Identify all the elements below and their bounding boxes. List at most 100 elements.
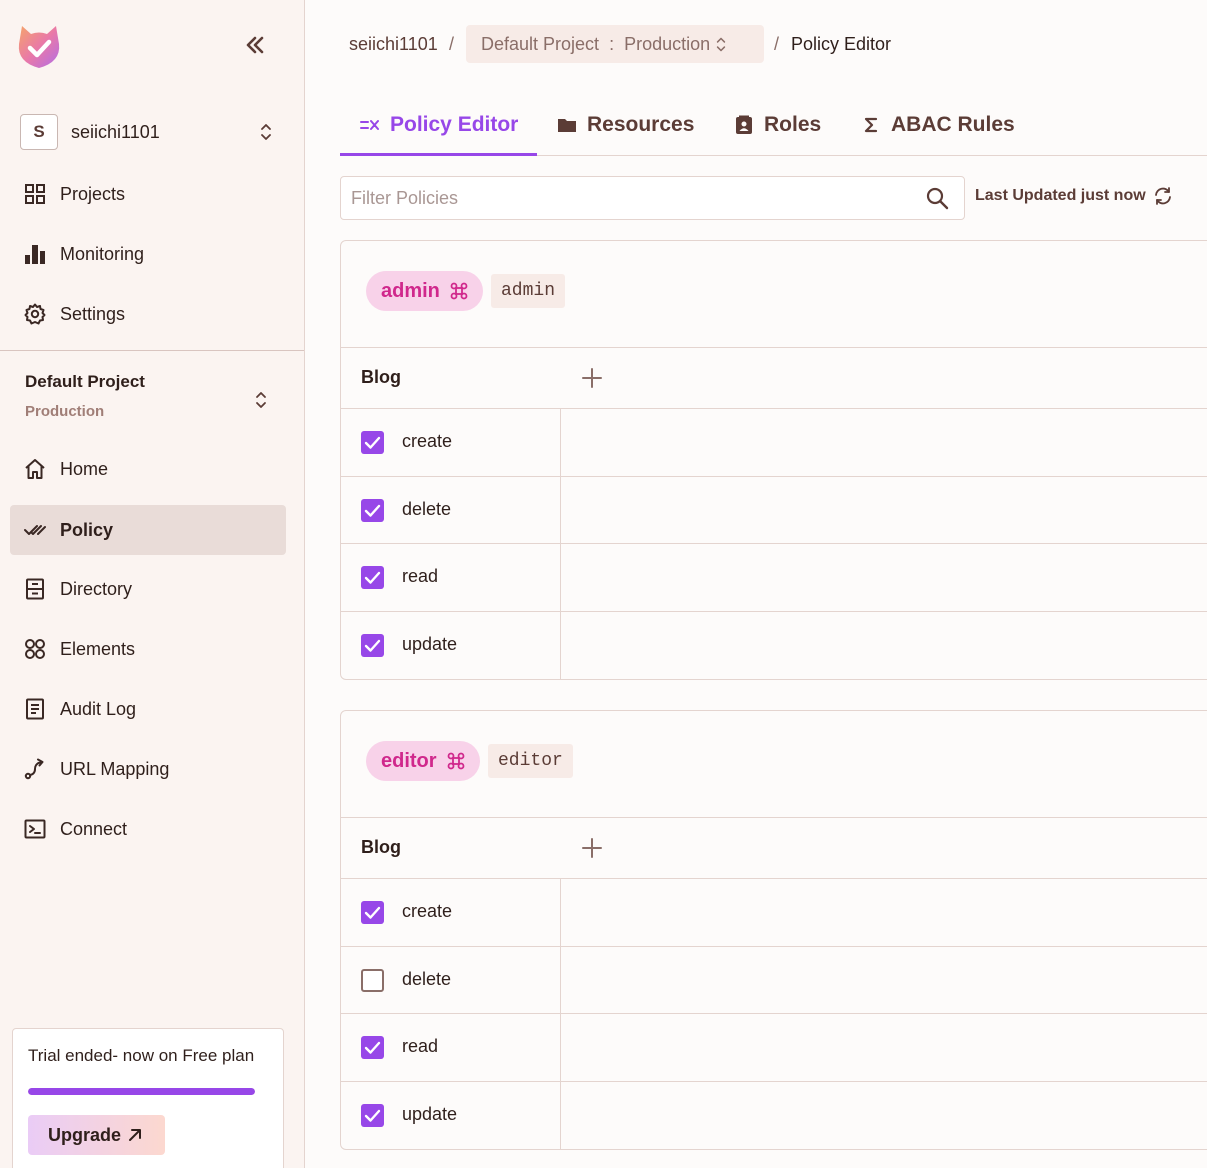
action-cell: create [341,879,561,946]
action-label: update [402,634,458,654]
action-cell: create [341,409,561,476]
nav-policy[interactable]: Policy [10,505,286,555]
action-row: update [341,611,1207,679]
plus-icon[interactable] [581,367,603,389]
nav-label: Connect [60,818,128,839]
search-icon[interactable] [925,186,949,210]
tab-resources[interactable]: Resources [557,95,694,155]
nav-projects[interactable]: Projects [10,169,286,219]
directory-icon [26,578,44,600]
elements-icon [25,639,45,659]
tab-label: Resources [587,113,695,136]
nav-home[interactable]: Home [10,444,286,494]
action-row: delete [341,946,1207,1014]
tab-label: Policy Editor [390,113,519,136]
checkbox-unchecked[interactable] [361,969,384,992]
tab-abac-rules[interactable]: ABAC Rules [861,95,1015,155]
nav-label: Settings [60,303,126,324]
checkbox-checked[interactable] [361,566,384,589]
breadcrumb-org[interactable]: seiichi1101 [349,25,438,63]
filter-policies-field[interactable] [340,176,965,220]
checkbox-checked[interactable] [361,901,384,924]
role-pill[interactable]: editor [366,741,480,781]
role-card-admin: admin admin Blog create delete read upda… [340,240,1207,680]
check-icon [364,1109,381,1122]
chevron-updown-icon[interactable] [254,391,268,409]
tab-label: Roles [764,113,822,136]
checkbox-checked[interactable] [361,1036,384,1059]
nav-settings[interactable]: Settings [10,289,286,339]
action-cell: delete [341,477,561,544]
role-card-editor: editor editor Blog create delete read up… [340,710,1207,1150]
nav-connect[interactable]: Connect [10,804,286,854]
permit-logo-icon[interactable] [16,22,62,70]
action-row: read [341,1013,1207,1081]
resource-name: Blog [361,367,401,387]
gear-icon [24,303,46,325]
trial-text: Trial ended- now on Free plan [28,1046,255,1065]
tab-roles[interactable]: Roles [734,95,821,155]
nav-elements[interactable]: Elements [10,624,286,674]
check-icon [364,504,381,517]
filter-policies-input[interactable] [351,185,911,211]
nav-audit-log[interactable]: Audit Log [10,684,286,734]
breadcrumb-current: Policy Editor [791,33,892,54]
role-key: editor [488,744,573,778]
breadcrumb-project: Default Project [481,33,600,54]
folder-icon [558,119,576,132]
project-name[interactable]: Default Project [25,372,145,392]
role-key: admin [491,274,566,308]
action-cell: update [341,1082,561,1149]
grid-icon [25,184,45,204]
upgrade-button[interactable]: Upgrade [28,1115,165,1155]
check-icon [364,571,381,584]
chevron-updown-icon[interactable] [259,123,273,141]
collapse-sidebar-icon[interactable] [244,34,270,58]
nav-label: Directory [60,578,133,599]
document-icon [26,698,44,720]
resource-name: Blog [361,837,401,857]
action-cell: read [341,544,561,611]
action-cell: update [341,612,561,679]
checkbox-checked[interactable] [361,1104,384,1127]
refresh-icon[interactable] [1153,186,1173,206]
action-label: delete [402,499,452,519]
route-icon [24,758,44,780]
check-icon [364,639,381,652]
sidebar: S seiichi1101 Projects Monitoring Settin… [0,0,305,1168]
trial-progress-fill [28,1088,255,1095]
action-cell: read [341,1014,561,1081]
action-row: delete [341,476,1207,544]
double-check-icon [24,525,46,535]
chevron-updown-icon [716,37,726,51]
breadcrumb-env: Production [624,33,711,54]
tab-label: ABAC Rules [891,113,1015,136]
last-updated-text: Last Updated just now [975,187,1146,204]
command-icon [450,282,468,300]
checkbox-checked[interactable] [361,634,384,657]
nav-url-mapping[interactable]: URL Mapping [10,744,286,794]
command-icon [447,752,464,770]
nav-label: Projects [60,183,126,204]
plus-icon[interactable] [581,837,603,859]
terminal-icon [24,819,46,839]
tab-policy-editor[interactable]: Policy Editor [360,95,518,155]
org-name: seiichi1101 [71,121,160,142]
role-pill[interactable]: admin [366,271,483,311]
breadcrumb-separator: / [449,33,455,54]
nav-label: Policy [60,519,114,540]
role-name: admin [381,279,440,302]
nav-monitoring[interactable]: Monitoring [10,229,286,279]
nav-label: Elements [60,638,136,659]
action-row: create [341,408,1207,476]
nav-label: Audit Log [60,698,137,719]
checkbox-checked[interactable] [361,499,384,522]
action-cell: delete [341,947,561,1014]
breadcrumb-colon: : [609,33,615,54]
action-label: read [402,1036,439,1056]
org-switcher[interactable]: S seiichi1101 [20,113,286,151]
action-label: delete [402,969,452,989]
checkbox-checked[interactable] [361,431,384,454]
nav-directory[interactable]: Directory [10,564,286,614]
project-env-switcher[interactable]: Default Project : Production [466,25,764,63]
